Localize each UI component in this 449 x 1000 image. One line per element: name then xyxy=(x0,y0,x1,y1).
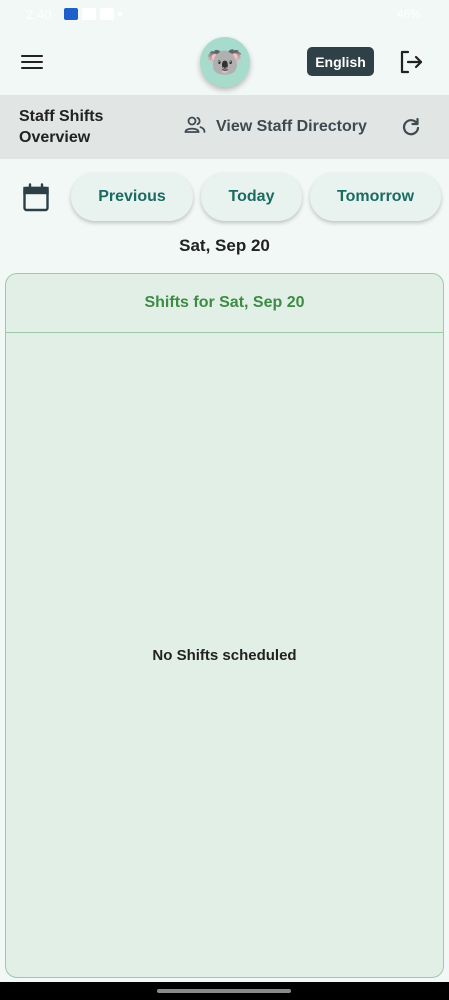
status-bar: 2:40 46% xyxy=(0,0,449,30)
notification-dot-icon xyxy=(118,12,122,16)
koala-icon: 🐨 xyxy=(206,45,244,79)
previous-day-button[interactable]: Previous xyxy=(71,173,193,221)
toolbar: Staff Shifts Overview View Staff Directo… xyxy=(0,95,449,159)
people-icon xyxy=(184,116,206,139)
logout-icon[interactable] xyxy=(398,49,424,75)
refresh-icon[interactable] xyxy=(400,116,422,138)
notification-app-icon xyxy=(64,8,78,20)
home-gesture-handle[interactable] xyxy=(157,989,291,993)
notification-mail-icon xyxy=(82,8,96,20)
battery-level: 46% xyxy=(396,7,421,21)
system-indicators: 46% xyxy=(397,7,421,21)
notification-photo-icon xyxy=(100,8,114,20)
notification-icons xyxy=(64,8,122,20)
empty-shifts-message: No Shifts scheduled xyxy=(152,647,297,664)
today-button[interactable]: Today xyxy=(201,173,302,221)
selected-date: Sat, Sep 20 xyxy=(179,236,270,255)
page-title: Staff Shifts Overview xyxy=(19,108,104,146)
calendar-icon[interactable] xyxy=(22,183,50,213)
status-time: 2:40 xyxy=(26,7,52,22)
shifts-card: Shifts for Sat, Sep 20 No Shifts schedul… xyxy=(5,273,444,978)
view-staff-directory-button[interactable]: View Staff Directory xyxy=(184,115,367,139)
view-staff-directory-label: View Staff Directory xyxy=(216,118,367,135)
shifts-card-header: Shifts for Sat, Sep 20 xyxy=(6,274,443,333)
app-bar: 🐨 English xyxy=(0,30,449,95)
tomorrow-button[interactable]: Tomorrow xyxy=(310,173,441,221)
koala-logo: 🐨 xyxy=(200,37,250,87)
system-navigation-bar xyxy=(0,982,449,1000)
hamburger-menu-icon[interactable] xyxy=(20,52,44,72)
language-button[interactable]: English xyxy=(307,47,374,76)
